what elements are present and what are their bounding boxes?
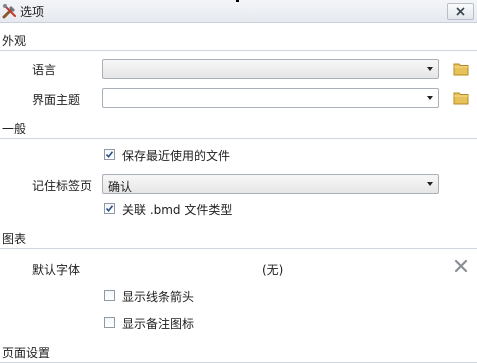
chevron-down-icon: [427, 182, 433, 186]
window-title: 选项: [20, 5, 45, 19]
close-button[interactable]: [447, 3, 474, 20]
tools-icon: [2, 3, 18, 19]
section-general-title: 一般: [2, 122, 27, 136]
show-note-icons-label: 显示备注图标: [122, 317, 195, 331]
associate-bmd-label: 关联 .bmd 文件类型: [122, 203, 233, 217]
section-page-setup: 页面设置: [0, 340, 477, 363]
clear-icon[interactable]: [454, 259, 468, 273]
show-arrows-label: 显示线条箭头: [122, 290, 195, 304]
show-note-icons-checkbox[interactable]: [104, 317, 115, 328]
folder-icon[interactable]: [453, 62, 469, 76]
default-font-value[interactable]: (无): [262, 261, 283, 278]
default-font-label: 默认字体: [32, 263, 81, 277]
checkmark-icon: [105, 205, 114, 213]
section-appearance-title: 外观: [2, 34, 27, 48]
checkmark-icon: [105, 151, 114, 159]
close-icon: [456, 7, 465, 16]
folder-icon[interactable]: [453, 91, 469, 105]
remember-tabs-label: 记住标签页: [32, 179, 93, 193]
title-grip: [236, 0, 239, 2]
save-recent-checkbox[interactable]: [104, 149, 115, 160]
chevron-down-icon: [427, 96, 433, 100]
section-general: 一般: [0, 116, 477, 139]
title-bar: 选项: [0, 0, 477, 23]
save-recent-label: 保存最近使用的文件: [122, 149, 231, 163]
section-chart: 图表: [0, 226, 477, 249]
section-chart-title: 图表: [2, 232, 27, 246]
associate-bmd-checkbox[interactable]: [104, 203, 115, 214]
theme-label: 界面主题: [32, 93, 81, 107]
section-appearance: 外观: [0, 28, 477, 51]
language-label: 语言: [32, 63, 57, 77]
language-select[interactable]: [102, 59, 439, 79]
remember-tabs-value: 确认: [108, 180, 133, 194]
section-page-setup-title: 页面设置: [2, 346, 51, 360]
theme-select[interactable]: [102, 88, 439, 108]
chevron-down-icon: [427, 67, 433, 71]
remember-tabs-select[interactable]: 确认: [102, 174, 439, 194]
show-arrows-checkbox[interactable]: [104, 290, 115, 301]
